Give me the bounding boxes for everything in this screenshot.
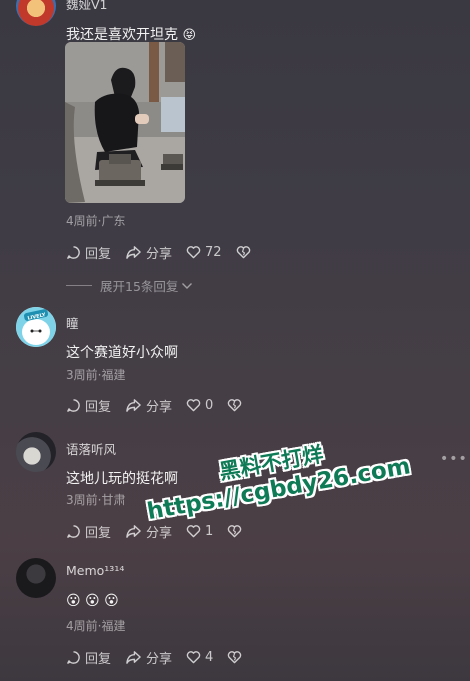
comment-actions: 回复 分享 72: [66, 242, 269, 262]
avatar-image: LIVELY: [16, 307, 56, 347]
heart-icon: [186, 246, 201, 259]
share-label: 分享: [146, 651, 173, 667]
reply-button[interactable]: 回复: [66, 648, 111, 667]
comment-actions: 回复 分享 1: [66, 521, 260, 541]
comment-username[interactable]: Memo¹³¹⁴: [66, 563, 124, 578]
dislike-button[interactable]: [227, 524, 246, 538]
share-arrow-icon: [126, 650, 141, 664]
like-count: 72: [205, 244, 222, 260]
reply-label: 回复: [85, 525, 112, 541]
avatar[interactable]: [16, 0, 56, 26]
divider: [66, 285, 92, 286]
like-button[interactable]: 1: [186, 524, 213, 539]
expand-replies-button[interactable]: 展开15条回复: [66, 276, 193, 295]
comment-text-body: 我还是喜欢开坦克: [66, 27, 178, 43]
comment-text: 我还是喜欢开坦克 😝: [66, 24, 196, 44]
share-label: 分享: [146, 399, 173, 415]
dislike-button[interactable]: [227, 650, 246, 664]
comment-photo[interactable]: [65, 42, 185, 203]
reply-button[interactable]: 回复: [66, 522, 111, 541]
comment-username[interactable]: 语落听风: [66, 439, 116, 458]
like-count: 0: [205, 397, 214, 413]
reply-bubble-icon: [67, 398, 80, 412]
share-arrow-icon: [126, 524, 141, 538]
reply-label: 回复: [85, 399, 112, 415]
reply-label: 回复: [85, 651, 112, 667]
photo-image: [65, 42, 185, 203]
share-button[interactable]: 分享: [125, 396, 172, 415]
avatar[interactable]: LIVELY: [16, 307, 56, 347]
broken-heart-icon: [236, 246, 250, 259]
broken-heart-icon: [228, 525, 242, 538]
reply-bubble-icon: [67, 650, 80, 664]
avatar[interactable]: [16, 558, 56, 598]
comment-actions: 回复 分享 4: [66, 647, 260, 667]
avatar[interactable]: [16, 432, 56, 472]
comment-text: 这个赛道好小众啊: [66, 345, 178, 361]
like-button[interactable]: 4: [186, 650, 213, 665]
reply-bubble-icon: [67, 245, 80, 259]
like-count: 1: [205, 523, 214, 539]
share-button[interactable]: 分享: [125, 243, 172, 262]
comment-meta: 4周前·福建: [66, 619, 126, 633]
broken-heart-icon: [228, 651, 242, 664]
like-button[interactable]: 72: [186, 245, 222, 260]
comment-emoji: 😝: [182, 28, 197, 43]
share-arrow-icon: [126, 245, 141, 259]
comment-text: 😮 😮 😮: [66, 593, 119, 609]
reply-button[interactable]: 回复: [66, 396, 111, 415]
reply-bubble-icon: [67, 524, 80, 538]
chevron-down-icon: [182, 282, 193, 289]
comment-meta: 3周前·福建: [66, 368, 126, 382]
watermark-overlay: 黑料不打烊 https://cgbdy26.com: [140, 418, 445, 525]
share-label: 分享: [146, 246, 173, 262]
expand-replies-label: 展开15条回复: [100, 279, 179, 294]
share-button[interactable]: 分享: [125, 648, 172, 667]
heart-icon: [186, 399, 201, 412]
comment-meta: 4周前·广东: [66, 214, 126, 228]
like-button[interactable]: 0: [186, 398, 213, 413]
comment-username[interactable]: 瞳: [66, 313, 79, 332]
like-count: 4: [205, 649, 214, 665]
reply-button[interactable]: 回复: [66, 243, 111, 262]
heart-icon: [186, 651, 201, 664]
comment-actions: 回复 分享 0: [66, 395, 260, 415]
dislike-button[interactable]: [236, 245, 255, 259]
broken-heart-icon: [228, 399, 242, 412]
comment-username[interactable]: 魏娅V1: [66, 0, 108, 13]
more-dots-icon[interactable]: •••: [440, 451, 468, 467]
dislike-button[interactable]: [227, 398, 246, 412]
comment-meta: 3周前·甘肃: [66, 493, 126, 507]
heart-icon: [186, 525, 201, 538]
reply-label: 回复: [85, 246, 112, 262]
share-button[interactable]: 分享: [125, 522, 172, 541]
share-arrow-icon: [126, 398, 141, 412]
